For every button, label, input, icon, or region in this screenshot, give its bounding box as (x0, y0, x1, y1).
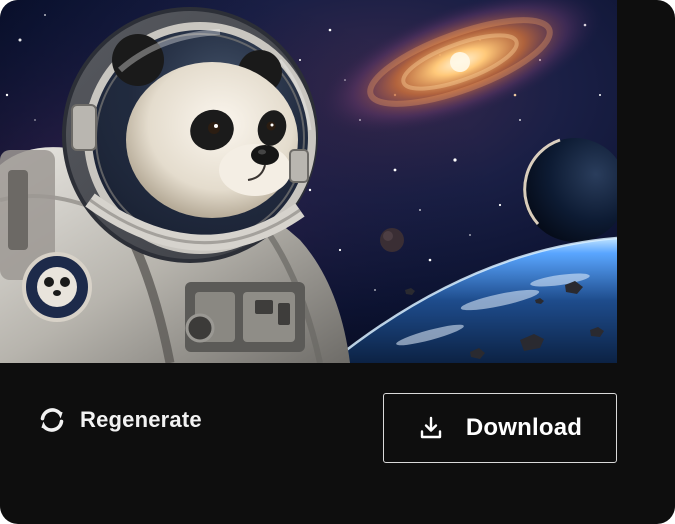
download-label: Download (465, 414, 583, 441)
regenerate-label: Regenerate (80, 407, 202, 432)
download-icon (420, 416, 442, 439)
generated-image[interactable] (0, 0, 617, 363)
image-actions: Regenerate Download (0, 363, 675, 524)
regenerate-button[interactable]: Regenerate (36, 403, 202, 437)
download-button[interactable]: Download (383, 393, 617, 463)
astronaut-panda-image (0, 0, 617, 363)
refresh-icon (40, 408, 64, 432)
generated-image-card: Regenerate Download (0, 0, 675, 524)
